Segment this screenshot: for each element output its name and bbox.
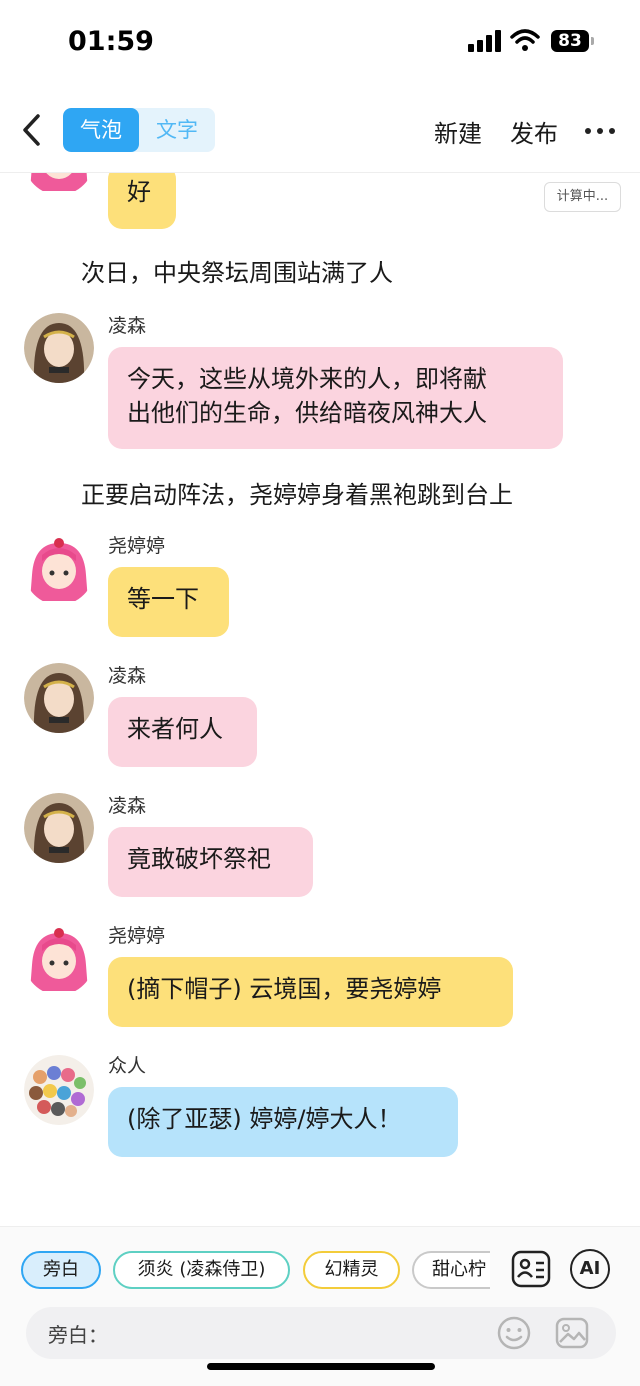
role-chip-huanjingling[interactable]: 幻精灵 — [303, 1251, 400, 1289]
composer-bar: 旁白 须炎 (凌森侍卫) 幻精灵 甜心柠 AI 旁白： — [0, 1226, 640, 1386]
avatar-yaotingting — [24, 173, 94, 195]
status-bar: 01:59 83 — [0, 0, 640, 86]
message-bubble[interactable]: (摘下帽子) 云境国，要尧婷婷 — [108, 957, 513, 1027]
back-icon[interactable] — [18, 110, 48, 150]
message-bubble[interactable]: 来者何人 — [108, 697, 257, 767]
message-bubble[interactable]: 等一下 — [108, 567, 229, 637]
avatar-crowd — [24, 1055, 94, 1125]
role-chip-tianxinning[interactable]: 甜心柠 — [412, 1251, 490, 1289]
tab-text[interactable]: 文字 — [139, 108, 215, 152]
contact-card-icon[interactable] — [511, 1249, 551, 1289]
status-time: 01:59 — [68, 26, 154, 57]
emoji-icon[interactable] — [496, 1315, 532, 1351]
chat-scroll-area[interactable]: 好 计算中... 次日，中央祭坛周围站满了人 凌森 今天，这些从境外来的人，即将… — [0, 173, 640, 1225]
sender-name: 凌森 — [108, 665, 147, 687]
signal-icon — [468, 30, 502, 52]
tab-bubble[interactable]: 气泡 — [63, 108, 139, 152]
message-bubble[interactable]: 好 — [108, 173, 176, 229]
role-chip-narration[interactable]: 旁白 — [21, 1251, 101, 1289]
message-line: 出他们的生命，供给暗夜风神大人 — [127, 399, 487, 427]
publish-button[interactable]: 发布 — [510, 114, 558, 149]
new-button[interactable]: 新建 — [434, 114, 482, 149]
message-line: 今天，这些从境外来的人，即将献 — [127, 365, 487, 393]
sender-name: 凌森 — [108, 795, 147, 817]
role-chip-xuyan[interactable]: 须炎 (凌森侍卫) — [113, 1251, 290, 1289]
avatar-lingsen — [24, 313, 94, 383]
sender-name: 尧婷婷 — [108, 535, 166, 557]
view-mode-toggle: 气泡 文字 — [63, 108, 215, 152]
avatar-lingsen — [24, 663, 94, 733]
wifi-icon — [510, 29, 540, 51]
sender-name: 尧婷婷 — [108, 925, 166, 947]
message-bubble[interactable]: 今天，这些从境外来的人，即将献 出他们的生命，供给暗夜风神大人 — [108, 347, 563, 449]
narration-text[interactable]: 正要启动阵法，尧婷婷身着黑袍跳到台上 — [81, 475, 513, 510]
avatar-lingsen — [24, 793, 94, 863]
input-role-label: 旁白： — [48, 1323, 108, 1347]
top-nav-bar: 气泡 文字 新建 发布 — [0, 100, 640, 160]
sender-name: 凌森 — [108, 315, 147, 337]
more-icon[interactable] — [585, 128, 615, 134]
avatar-yaotingting — [24, 925, 94, 995]
battery-tip — [591, 37, 594, 45]
status-badge: 计算中... — [544, 182, 621, 212]
image-icon[interactable] — [554, 1315, 590, 1351]
home-indicator — [207, 1363, 435, 1370]
avatar-yaotingting — [24, 535, 94, 605]
message-input[interactable]: 旁白： — [26, 1307, 616, 1359]
message-bubble[interactable]: 竟敢破坏祭祀 — [108, 827, 313, 897]
message-bubble[interactable]: (除了亚瑟) 婷婷/婷大人！ — [108, 1087, 458, 1157]
sender-name: 众人 — [108, 1055, 147, 1077]
battery-icon: 83 — [551, 30, 589, 52]
ai-button[interactable]: AI — [570, 1249, 610, 1289]
narration-text[interactable]: 次日，中央祭坛周围站满了人 — [81, 253, 393, 288]
